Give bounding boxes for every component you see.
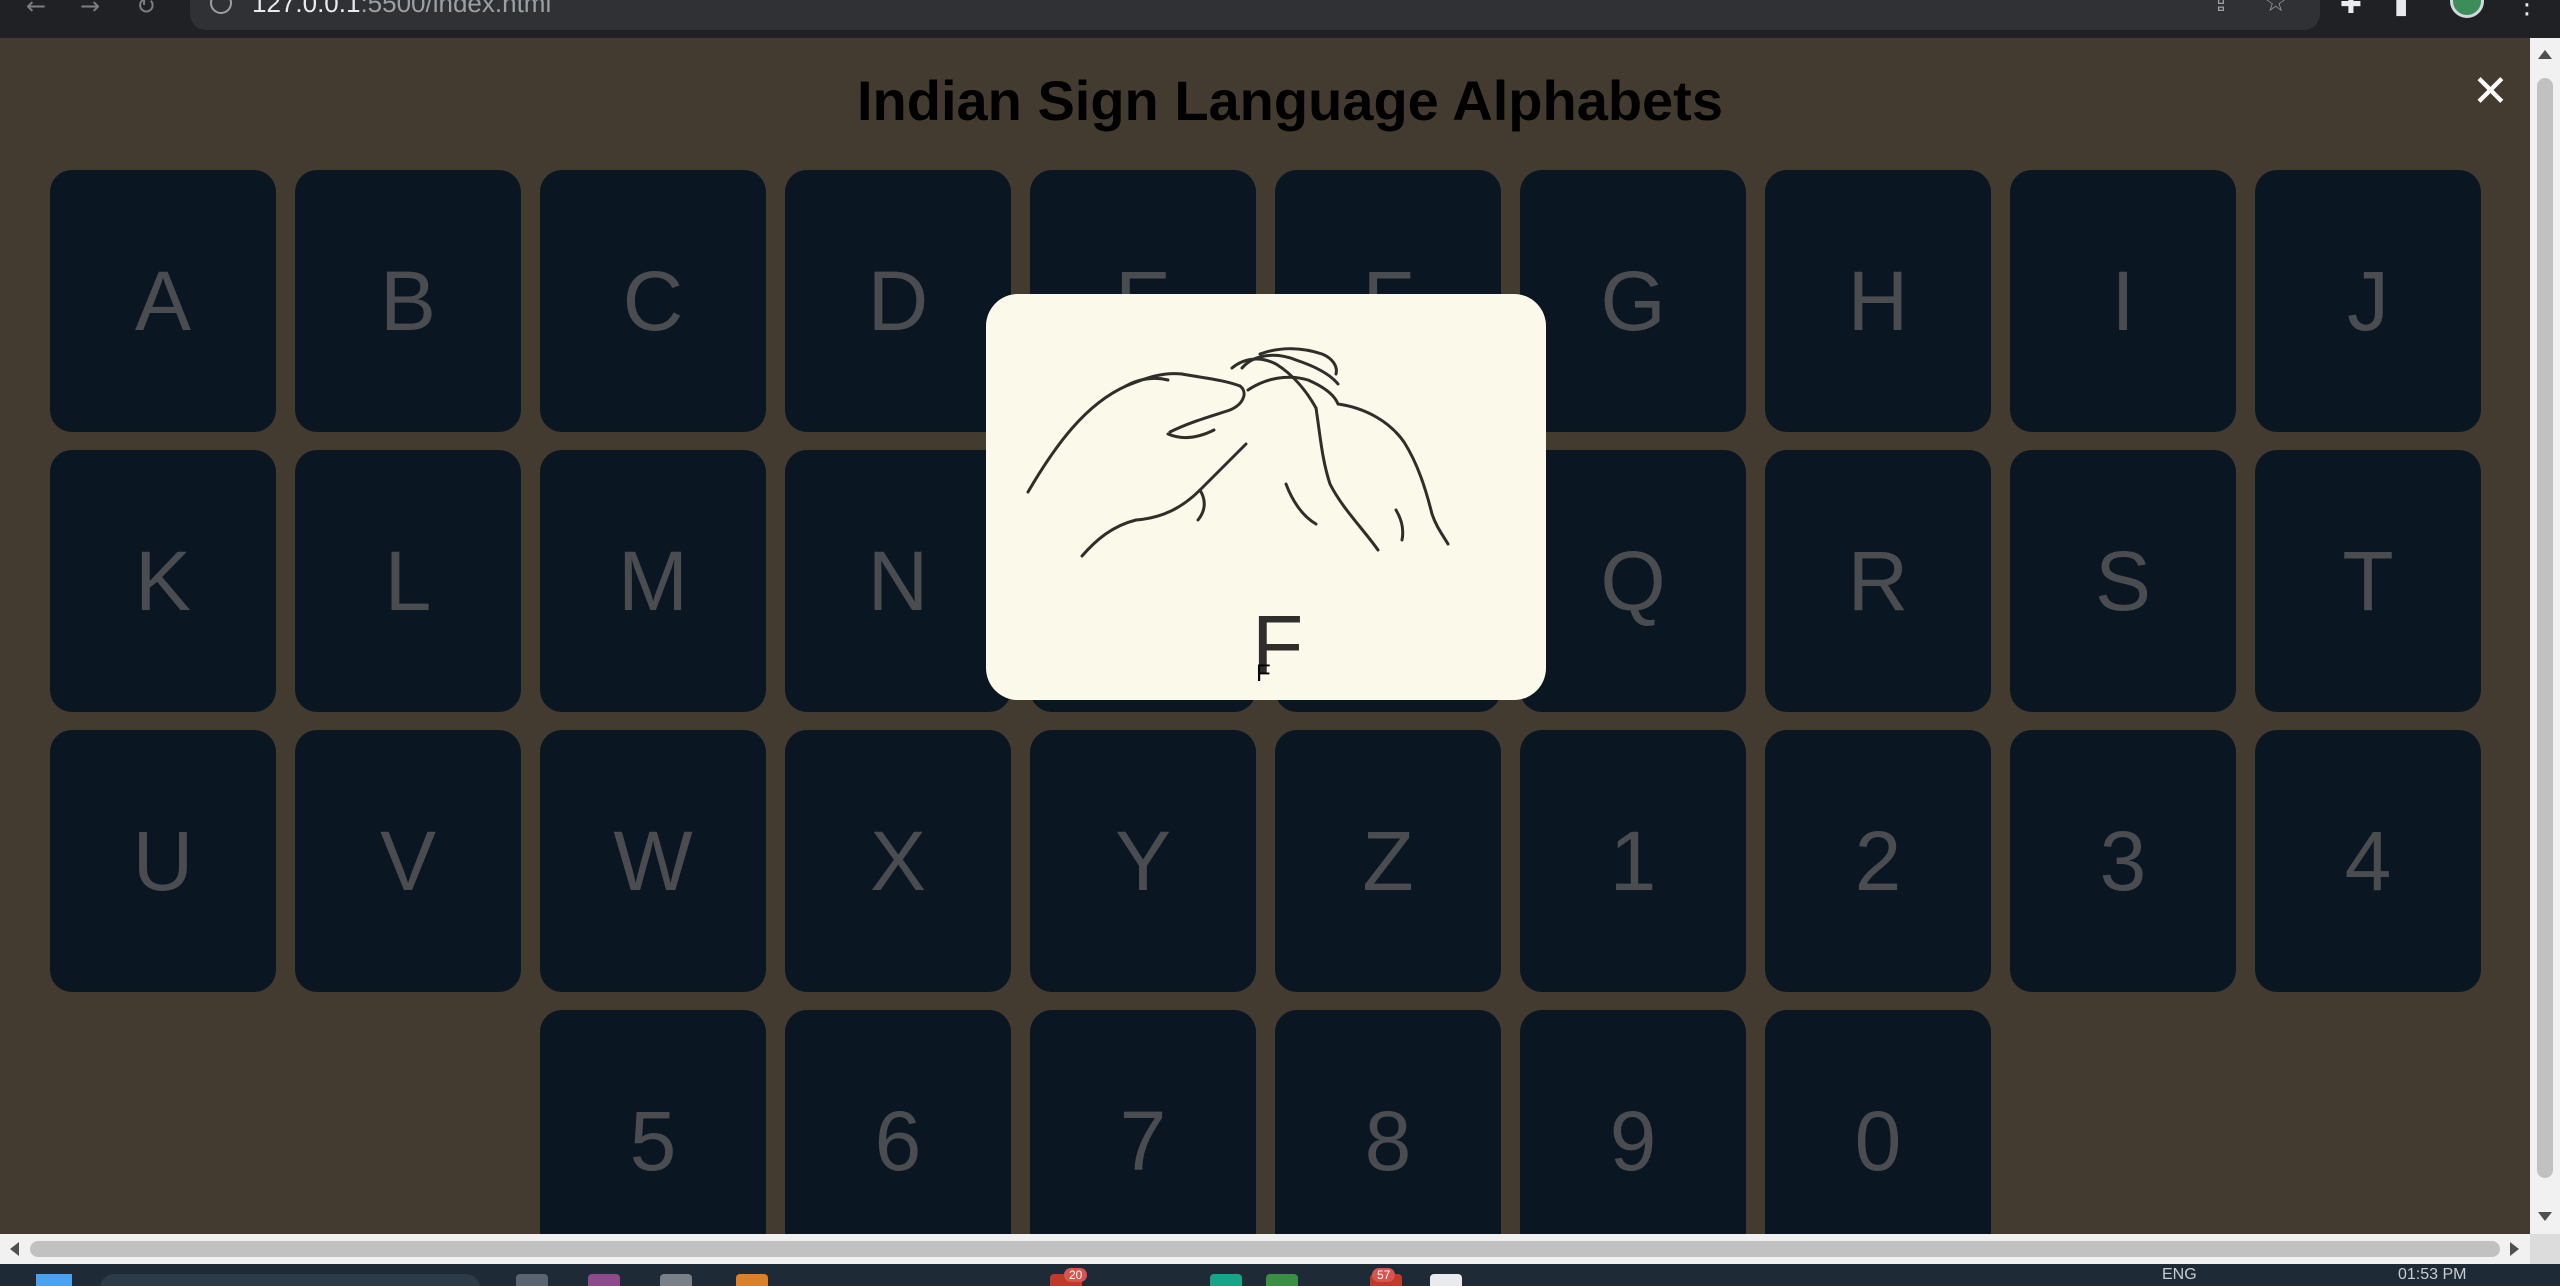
sign-tile-4[interactable]: 4 <box>2255 730 2481 992</box>
page-title: Indian Sign Language Alphabets <box>857 69 1723 132</box>
menu-icon[interactable]: ⋮ <box>2514 0 2540 20</box>
extensions-icon[interactable]: ✚ <box>2340 0 2362 20</box>
horizontal-scrollbar[interactable] <box>0 1234 2530 1264</box>
horizontal-scroll-thumb[interactable] <box>30 1241 2500 1257</box>
sign-tile-3[interactable]: 3 <box>2010 730 2236 992</box>
taskbar-app-icon[interactable] <box>660 1274 692 1286</box>
sign-tile-y[interactable]: Y <box>1030 730 1256 992</box>
sign-tile-2[interactable]: 2 <box>1765 730 1991 992</box>
taskbar: 20 57 ENG 01:53 PM <box>0 1264 2560 1286</box>
scroll-right-icon[interactable] <box>2510 1242 2519 1256</box>
sign-tile-m[interactable]: M <box>540 450 766 712</box>
sign-tile-x[interactable]: X <box>785 730 1011 992</box>
forward-icon[interactable]: → <box>80 0 100 18</box>
share-icon[interactable]: ⇪ <box>2210 0 2232 18</box>
vertical-scroll-thumb[interactable] <box>2537 78 2553 1178</box>
side-panel-icon[interactable]: ▮ <box>2394 0 2408 20</box>
taskbar-app-icon[interactable] <box>516 1274 548 1286</box>
sign-tile-w[interactable]: W <box>540 730 766 992</box>
url-host: 127.0.0.1 <box>252 0 361 18</box>
close-icon[interactable]: ✕ <box>2472 70 2509 114</box>
url-path: :5500/index.html <box>360 0 552 18</box>
address-bar[interactable]: 127.0.0.1:5500/index.html ⇪ ☆ <box>190 0 2320 30</box>
sign-tile-u[interactable]: U <box>50 730 276 992</box>
windows-start-icon[interactable] <box>36 1274 72 1286</box>
bookmark-star-icon[interactable]: ☆ <box>2264 0 2287 18</box>
sign-tile-8[interactable]: 8 <box>1275 1010 1501 1234</box>
scroll-left-icon[interactable] <box>10 1242 19 1256</box>
page-content: Indian Sign Language Alphabets ✕ ABCDEFG… <box>0 38 2530 1234</box>
vertical-scrollbar[interactable] <box>2530 38 2560 1234</box>
sign-tile-0[interactable]: 0 <box>1765 1010 1991 1234</box>
sign-tile-d[interactable]: D <box>785 170 1011 432</box>
taskbar-search[interactable] <box>100 1274 480 1286</box>
sign-tile-b[interactable]: B <box>295 170 521 432</box>
sign-tile-s[interactable]: S <box>2010 450 2236 712</box>
sign-tile-c[interactable]: C <box>540 170 766 432</box>
sign-tile-7[interactable]: 7 <box>1030 1010 1256 1234</box>
scrollbar-corner <box>2530 1234 2560 1264</box>
taskbar-app-icon[interactable] <box>1430 1274 1462 1286</box>
hand-sign-illustration: F <box>1026 347 1450 692</box>
scroll-down-icon[interactable] <box>2538 1212 2552 1221</box>
url-text: 127.0.0.1:5500/index.html <box>252 0 551 19</box>
sign-tile-9[interactable]: 9 <box>1520 1010 1746 1234</box>
profile-avatar[interactable] <box>2450 0 2484 18</box>
sign-tile-r[interactable]: R <box>1765 450 1991 712</box>
taskbar-app-icon[interactable] <box>736 1274 768 1286</box>
taskbar-app-icon[interactable] <box>588 1274 620 1286</box>
sign-tile-v[interactable]: V <box>295 730 521 992</box>
sign-tile-i[interactable]: I <box>2010 170 2236 432</box>
sign-image-modal: F <box>986 294 1546 700</box>
sign-tile-l[interactable]: L <box>295 450 521 712</box>
sign-tile-q[interactable]: Q <box>1520 450 1746 712</box>
sign-tile-j[interactable]: J <box>2255 170 2481 432</box>
sign-tile-g[interactable]: G <box>1520 170 1746 432</box>
browser-toolbar: ← → ↻ 127.0.0.1:5500/index.html ⇪ ☆ ✚ ▮ … <box>0 0 2560 38</box>
taskbar-badge: 57 <box>1372 1268 1396 1282</box>
reload-icon[interactable]: ↻ <box>136 0 156 18</box>
sign-tile-t[interactable]: T <box>2255 450 2481 712</box>
taskbar-badge: 20 <box>1064 1268 1088 1282</box>
sign-tile-z[interactable]: Z <box>1275 730 1501 992</box>
sign-tile-6[interactable]: 6 <box>785 1010 1011 1234</box>
sign-tile-n[interactable]: N <box>785 450 1011 712</box>
language-indicator[interactable]: ENG <box>2162 1266 2197 1284</box>
taskbar-app-icon[interactable] <box>1210 1274 1242 1286</box>
taskbar-chrome-icon[interactable] <box>1266 1274 1298 1286</box>
sign-caption: F <box>1256 660 1271 687</box>
sign-tile-h[interactable]: H <box>1765 170 1991 432</box>
scroll-up-icon[interactable] <box>2538 50 2552 59</box>
sign-tile-1[interactable]: 1 <box>1520 730 1746 992</box>
sign-tile-k[interactable]: K <box>50 450 276 712</box>
sign-tile-5[interactable]: 5 <box>540 1010 766 1234</box>
back-icon[interactable]: ← <box>26 0 46 18</box>
sign-tile-a[interactable]: A <box>50 170 276 432</box>
taskbar-clock[interactable]: 01:53 PM <box>2398 1266 2466 1284</box>
site-info-icon[interactable] <box>210 0 232 14</box>
